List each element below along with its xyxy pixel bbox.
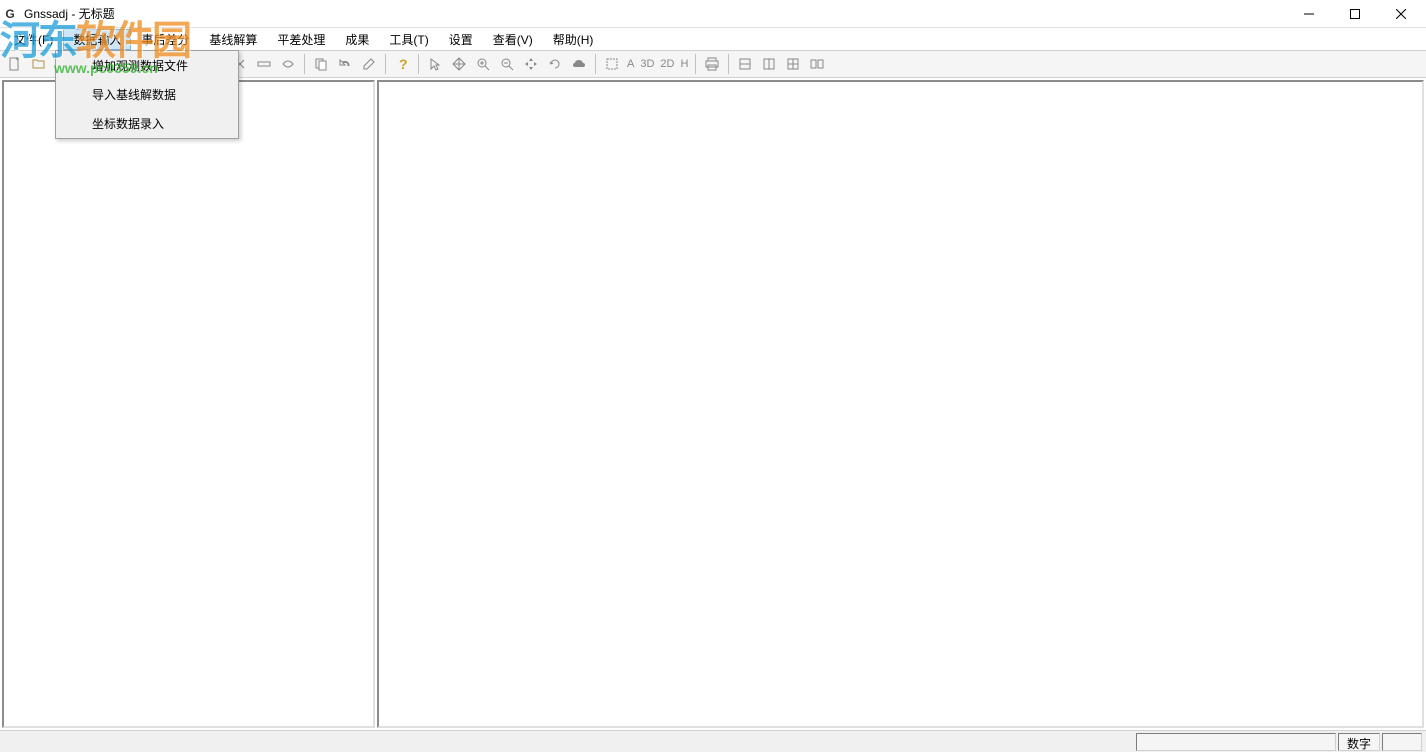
zoom-in-icon[interactable]: [472, 53, 494, 75]
toolbar-separator: [695, 54, 696, 74]
dropdown-icon-column: [56, 51, 84, 138]
right-panel[interactable]: [377, 80, 1424, 728]
minimize-button[interactable]: [1286, 0, 1332, 28]
undo-icon[interactable]: [334, 53, 356, 75]
dropdown-item-add-observation[interactable]: 增加观测数据文件: [84, 51, 238, 80]
cloud-icon[interactable]: [568, 53, 590, 75]
text-tool-a[interactable]: A: [625, 58, 636, 70]
view-h-button[interactable]: H: [678, 58, 690, 70]
main-area: [0, 78, 1426, 730]
status-cell-info: [1136, 733, 1336, 751]
zoom-out-icon[interactable]: [496, 53, 518, 75]
view-3d-button[interactable]: 3D: [638, 58, 656, 70]
dropdown-item-import-baseline[interactable]: 导入基线解数据: [84, 80, 238, 109]
status-cell-numlock: 数字: [1338, 733, 1380, 751]
open-file-icon[interactable]: [28, 53, 50, 75]
window-controls: [1286, 0, 1424, 28]
dropdown-menu-data-input: 增加观测数据文件 导入基线解数据 坐标数据录入: [55, 50, 239, 139]
menu-view[interactable]: 查看(V): [483, 29, 543, 50]
svg-text:?: ?: [399, 56, 408, 72]
window-title: Gnssadj - 无标题: [24, 5, 115, 22]
pointer-icon[interactable]: [424, 53, 446, 75]
print-icon[interactable]: [701, 53, 723, 75]
menu-bar: 文件(F) 数据输入 事后差分 基线解算 平差处理 成果 工具(T) 设置 查看…: [0, 28, 1426, 50]
title-bar: G Gnssadj - 无标题: [0, 0, 1426, 28]
help-icon[interactable]: ?: [391, 53, 413, 75]
rotate-icon[interactable]: [544, 53, 566, 75]
menu-results[interactable]: 成果: [335, 29, 379, 50]
edit-icon[interactable]: [358, 53, 380, 75]
menu-help[interactable]: 帮助(H): [543, 29, 604, 50]
grid-icon-2[interactable]: [758, 53, 780, 75]
menu-baseline[interactable]: 基线解算: [199, 29, 267, 50]
select-rect-icon[interactable]: [601, 53, 623, 75]
copy-icon[interactable]: [310, 53, 332, 75]
status-cell-empty: [1382, 733, 1422, 751]
app-icon: G: [2, 6, 18, 22]
toolbar-separator: [304, 54, 305, 74]
zoom-fit-icon[interactable]: [520, 53, 542, 75]
status-bar: 数字: [0, 730, 1426, 752]
dropdown-item-coord-entry[interactable]: 坐标数据录入: [84, 109, 238, 138]
menu-data-input[interactable]: 数据输入: [63, 29, 131, 50]
maximize-button[interactable]: [1332, 0, 1378, 28]
tool-icon-9[interactable]: [277, 53, 299, 75]
grid-icon-3[interactable]: [782, 53, 804, 75]
menu-post-diff[interactable]: 事后差分: [131, 29, 199, 50]
new-file-icon[interactable]: [4, 53, 26, 75]
toolbar-separator: [385, 54, 386, 74]
menu-file[interactable]: 文件(F): [4, 29, 63, 50]
close-button[interactable]: [1378, 0, 1424, 28]
menu-adjustment[interactable]: 平差处理: [267, 29, 335, 50]
tool-icon-8[interactable]: [253, 53, 275, 75]
toolbar-separator: [595, 54, 596, 74]
toolbar-separator: [728, 54, 729, 74]
grid-icon-4[interactable]: [806, 53, 828, 75]
grid-icon-1[interactable]: [734, 53, 756, 75]
pan-icon[interactable]: [448, 53, 470, 75]
menu-tools[interactable]: 工具(T): [379, 29, 438, 50]
view-2d-button[interactable]: 2D: [658, 58, 676, 70]
left-panel[interactable]: [2, 80, 375, 728]
menu-settings[interactable]: 设置: [439, 29, 483, 50]
toolbar-separator: [418, 54, 419, 74]
